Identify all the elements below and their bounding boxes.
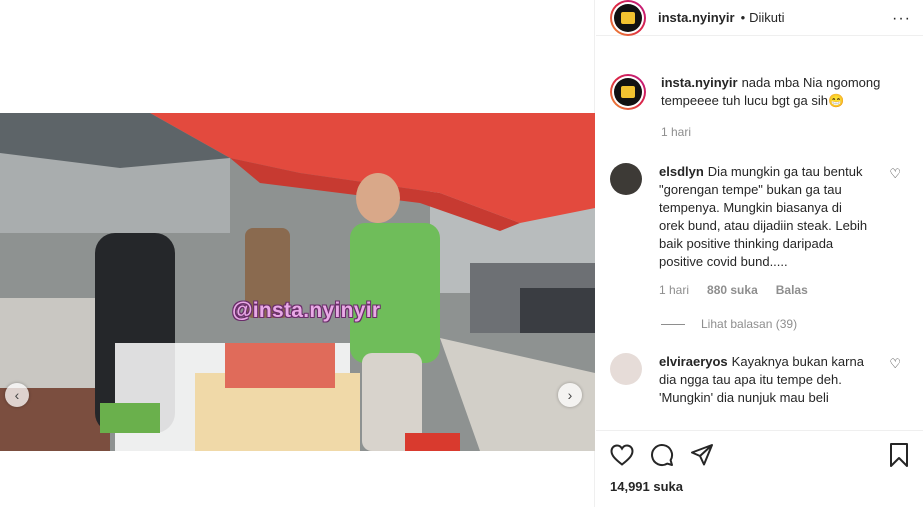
share-icon[interactable] [690, 444, 714, 469]
more-options-icon[interactable]: ··· [892, 10, 911, 28]
commenter-avatar[interactable] [610, 163, 642, 195]
heart-icon[interactable] [610, 444, 634, 469]
comment-icon[interactable] [650, 443, 674, 470]
likes-count[interactable]: 14,991 suka [596, 470, 923, 494]
media-area: @insta.nyinyir ‹ › [0, 0, 595, 507]
comment-text: Dia mungkin ga tau bentuk "gorengan temp… [659, 164, 868, 269]
comments-list[interactable]: insta.nyinyir nada mba Nia ngomong tempee… [596, 68, 923, 430]
video-watermark: @insta.nyinyir [232, 299, 381, 322]
post-actions: 14,991 suka [596, 430, 923, 507]
video-frame [0, 113, 595, 451]
previous-button[interactable]: ‹ [5, 383, 29, 407]
post-video[interactable]: @insta.nyinyir ‹ › [0, 113, 595, 451]
view-replies-label: Lihat balasan (39) [701, 317, 798, 331]
reply-button[interactable]: Balas [776, 281, 808, 299]
comment-username[interactable]: elsdlyn [659, 164, 704, 179]
chevron-right-icon: › [567, 387, 573, 403]
avatar-image-icon [621, 86, 635, 98]
comment-like-icon[interactable]: ♡ [889, 356, 901, 372]
bookmark-icon[interactable] [889, 443, 909, 470]
caption-username[interactable]: insta.nyinyir [661, 75, 738, 90]
author-username[interactable]: insta.nyinyir [658, 10, 735, 25]
commenter-avatar[interactable] [610, 353, 642, 385]
comment-item: elsdlyn Dia mungkin ga tau bentuk "goreng… [596, 163, 923, 299]
avatar-image-icon [621, 11, 635, 24]
chevron-left-icon: ‹ [14, 387, 20, 403]
caption: insta.nyinyir nada mba Nia ngomong tempee… [596, 74, 923, 141]
caption-time[interactable]: 1 hari [661, 123, 691, 141]
comment-like-icon[interactable]: ♡ [889, 166, 901, 182]
replies-divider [661, 323, 685, 325]
header-separator: • [740, 10, 746, 25]
post-header: insta.nyinyir • Diikuti ··· [596, 0, 923, 36]
next-button[interactable]: › [558, 383, 582, 407]
comment-time[interactable]: 1 hari [659, 281, 689, 299]
post-side-panel: insta.nyinyir • Diikuti ··· insta.nyinyi… [596, 0, 923, 507]
follow-status-button[interactable]: Diikuti [749, 10, 784, 25]
view-replies-button[interactable]: Lihat balasan (39) [661, 317, 923, 331]
comment-likes[interactable]: 880 suka [707, 281, 758, 299]
comment-username[interactable]: elviraeryos [659, 354, 728, 369]
caption-avatar[interactable] [610, 74, 646, 110]
comment-item: elviraeryos Kayaknya bukan karna dia ngga… [596, 353, 923, 407]
author-avatar[interactable] [610, 0, 646, 36]
